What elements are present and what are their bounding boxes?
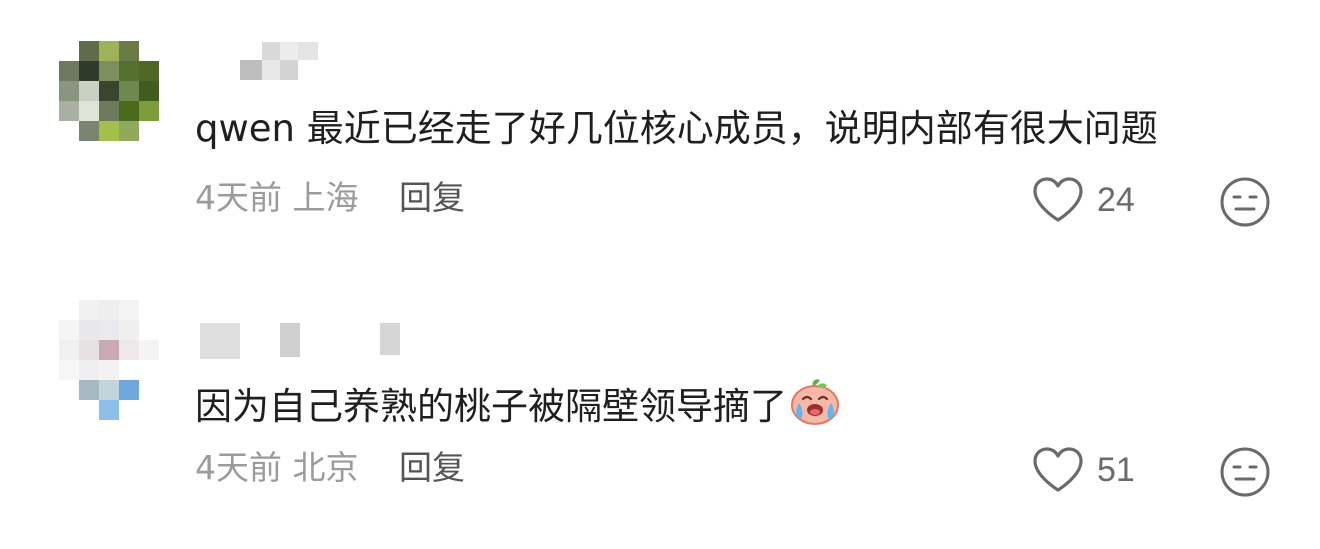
comment-location: 上海 [292,178,359,217]
comment-text-content: 因为自己养熟的桃子被隔壁领导摘了 [195,385,787,428]
heart-outline-icon [1033,447,1083,492]
username-obscured[interactable] [200,313,420,359]
comment-meta: 4天前 上海 回复 [195,178,465,218]
reply-button[interactable]: 回复 [399,178,465,217]
comment-text: 因为自己养熟的桃子被隔壁领导摘了 [195,375,841,432]
comment-location: 北京 [292,448,359,487]
comment-item: qwen 最近已经走了好几位核心成员，说明内部有很大问题 4天前 上海 回复 2… [0,0,1320,270]
comment-item: 因为自己养熟的桃子被隔壁领导摘了 4天前 北京 回复 51 [0,270,1320,549]
neutral-face-icon[interactable] [1219,446,1271,498]
username-obscured[interactable] [200,40,420,80]
comment-meta: 4天前 北京 回复 [195,448,465,488]
like-button[interactable]: 24 [1031,174,1135,226]
like-count: 24 [1097,180,1135,219]
like-button[interactable]: 51 [1031,444,1135,496]
avatar[interactable] [59,300,160,420]
comment-time: 4天前 [195,178,282,217]
crying-peach-emoji-icon [791,379,839,425]
reply-button[interactable]: 回复 [399,448,465,487]
comment-time: 4天前 [195,448,282,487]
heart-outline-icon [1033,177,1083,222]
avatar[interactable] [59,41,160,142]
neutral-face-icon[interactable] [1219,176,1271,228]
comment-text: qwen 最近已经走了好几位核心成员，说明内部有很大问题 [195,107,1158,150]
like-count: 51 [1097,450,1135,489]
